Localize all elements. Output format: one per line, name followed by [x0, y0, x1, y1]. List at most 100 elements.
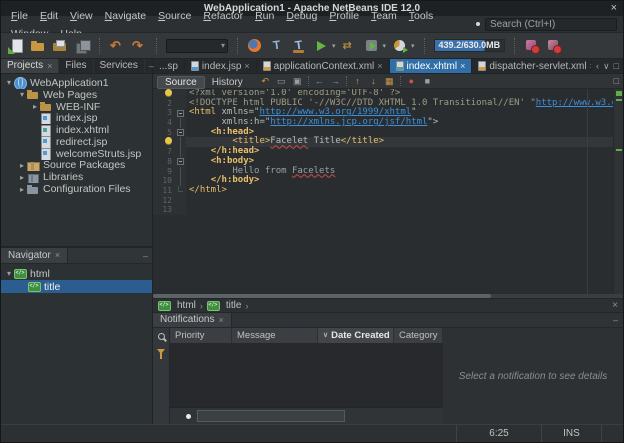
close-icon[interactable]: ×: [377, 62, 382, 71]
tree-item-libraries[interactable]: ▸Libraries: [1, 171, 152, 183]
menu-view[interactable]: View: [64, 8, 99, 24]
navigator-item-title[interactable]: title: [1, 280, 152, 293]
breadcrumb-close-icon[interactable]: ×: [612, 300, 618, 311]
column-header-priority[interactable]: Priority: [170, 328, 232, 343]
tab-services[interactable]: Services: [94, 59, 145, 73]
fold-collapse-icon[interactable]: [177, 129, 184, 136]
menu-debug[interactable]: Debug: [280, 8, 323, 24]
menu-run[interactable]: Run: [249, 8, 280, 24]
tab-navigator[interactable]: Navigator ×: [1, 248, 68, 263]
minimize-icon[interactable]: ‒: [608, 315, 623, 325]
tree-item-web-inf[interactable]: ▸WEB-INF: [1, 101, 152, 113]
window-close-icon[interactable]: ×: [611, 1, 617, 15]
hint-bulb-icon[interactable]: [165, 137, 172, 144]
navigator-item-html[interactable]: ▾html: [1, 267, 152, 280]
tree-item-index-jsp[interactable]: index.jsp: [1, 112, 152, 124]
menu-edit[interactable]: Edit: [34, 8, 64, 24]
caret-right-icon[interactable]: ▸: [30, 102, 40, 111]
fold-column[interactable]: [175, 157, 186, 167]
dropdown-caret-icon[interactable]: ▾: [411, 42, 415, 50]
tab-scroll-left-icon[interactable]: ‹: [596, 61, 599, 71]
caret-right-icon[interactable]: ▸: [17, 185, 27, 194]
code-editor[interactable]: <?xml version='1.0' encoding='UTF-8' ?>2…: [153, 89, 623, 294]
memory-indicator[interactable]: 439.2/630.0MB: [434, 39, 506, 52]
editor-tab-sp[interactable]: ...sp: [153, 59, 185, 73]
close-icon[interactable]: ×: [55, 251, 60, 260]
new-project-icon[interactable]: [30, 38, 46, 54]
breadcrumb-title[interactable]: title: [207, 300, 242, 311]
last-edit-icon[interactable]: ↶: [259, 75, 272, 88]
open-project-icon[interactable]: [52, 38, 68, 54]
table-rows[interactable]: [170, 343, 443, 407]
dropdown-caret-icon[interactable]: ▾: [383, 42, 387, 50]
maximize-window-icon[interactable]: □: [614, 61, 619, 71]
column-header-category[interactable]: Category: [394, 328, 443, 343]
search-icon[interactable]: [476, 22, 480, 26]
clean-build-icon[interactable]: [291, 38, 307, 54]
editor-maximize-icon[interactable]: □: [614, 76, 619, 86]
code-line-13[interactable]: 13: [153, 205, 623, 215]
quick-search-icon[interactable]: [186, 414, 191, 419]
record-macro-icon[interactable]: ●: [405, 75, 418, 88]
breadcrumb-html[interactable]: html: [158, 300, 196, 311]
tree-item-redirect-jsp[interactable]: redirect.jsp: [1, 136, 152, 148]
close-icon[interactable]: ×: [244, 62, 249, 71]
build-icon[interactable]: [269, 38, 285, 54]
search-input[interactable]: [485, 18, 617, 31]
back-icon[interactable]: ←: [313, 75, 326, 88]
new-file-icon[interactable]: [8, 38, 24, 54]
notification-badge-icon[interactable]: [546, 38, 562, 54]
editor-tab-index-jsp[interactable]: index.jsp×: [185, 59, 257, 73]
filter-icon[interactable]: [157, 349, 165, 354]
stop-macro-icon[interactable]: ■: [421, 75, 434, 88]
minimize-icon[interactable]: ‒: [139, 251, 152, 261]
menu-navigate[interactable]: Navigate: [99, 8, 152, 24]
tree-item-configuration-files[interactable]: ▸Configuration Files: [1, 183, 152, 195]
undo-icon[interactable]: [109, 38, 125, 54]
tree-item-web-pages[interactable]: ▾Web Pages: [1, 89, 152, 101]
menu-refactor[interactable]: Refactor: [197, 8, 249, 24]
debug-icon[interactable]: [364, 38, 380, 54]
quick-search-input[interactable]: [197, 410, 345, 422]
menu-team[interactable]: Team: [365, 8, 403, 24]
column-header-date-created[interactable]: ∨Date Created: [318, 328, 394, 343]
caret-right-icon[interactable]: ▸: [17, 173, 27, 182]
caret-down-icon[interactable]: ▾: [4, 78, 14, 87]
dropdown-caret-icon[interactable]: ▾: [332, 42, 336, 50]
tree-item-welcomestruts-jsp[interactable]: welcomeStruts.jsp: [1, 148, 152, 160]
toggle-highlight-icon[interactable]: ▦: [383, 75, 396, 88]
editor-tab-dispatcher-servlet-xml[interactable]: dispatcher-servlet.xml×: [472, 59, 602, 73]
profile-icon[interactable]: [392, 38, 408, 54]
browser-icon[interactable]: [247, 38, 263, 54]
column-header-message[interactable]: Message: [232, 328, 318, 343]
tab-list-icon[interactable]: ∨: [603, 61, 610, 72]
fold-column[interactable]: [175, 128, 186, 138]
hint-bulb-icon[interactable]: [165, 89, 172, 96]
next-occurrence-icon[interactable]: ↓: [367, 75, 380, 88]
menu-tools[interactable]: Tools: [403, 8, 440, 24]
view-history-button[interactable]: History: [205, 77, 250, 88]
save-all-icon[interactable]: [74, 38, 90, 54]
close-icon[interactable]: ×: [218, 316, 223, 325]
prev-occurrence-icon[interactable]: ↑: [351, 75, 364, 88]
set-config-icon[interactable]: [342, 38, 358, 54]
tab-projects[interactable]: Projects×: [1, 59, 59, 73]
redo-icon[interactable]: [131, 38, 147, 54]
tab-notifications[interactable]: Notifications ×: [153, 313, 232, 327]
comment-icon[interactable]: ▭: [275, 75, 288, 88]
error-stripe-mark[interactable]: [616, 149, 622, 151]
search-icon[interactable]: [158, 333, 165, 340]
run-icon[interactable]: [313, 38, 329, 54]
close-icon[interactable]: ×: [460, 62, 465, 71]
fold-collapse-icon[interactable]: [177, 110, 184, 117]
forward-icon[interactable]: →: [329, 75, 342, 88]
config-combobox[interactable]: [166, 39, 228, 53]
caret-down-icon[interactable]: ▾: [17, 90, 27, 99]
close-icon[interactable]: ×: [47, 62, 52, 71]
error-stripe[interactable]: [613, 89, 623, 294]
view-source-button[interactable]: Source: [157, 76, 205, 89]
code-line-11[interactable]: 11</html>: [153, 186, 623, 196]
menu-profile[interactable]: Profile: [323, 8, 365, 24]
uncomment-icon[interactable]: ▣: [291, 75, 304, 88]
caret-down-icon[interactable]: ▾: [4, 269, 14, 278]
